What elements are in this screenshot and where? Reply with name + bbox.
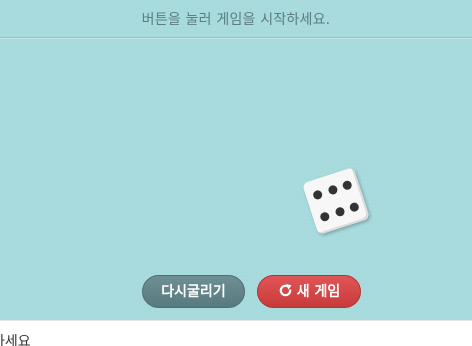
die-pip xyxy=(319,211,331,223)
footer-text: 하세요 xyxy=(0,334,31,346)
new-game-button-label: 새 게임 xyxy=(296,284,341,300)
die[interactable] xyxy=(301,166,371,236)
die-pip xyxy=(341,179,353,191)
new-game-button[interactable]: 새 게임 xyxy=(257,275,361,308)
controls: 다시굴리기 새 게임 xyxy=(0,275,472,309)
status-message: 버튼을 눌러 게임을 시작하세요. xyxy=(141,12,331,28)
die-pip xyxy=(312,188,324,201)
reroll-button[interactable]: 다시굴리기 xyxy=(142,275,245,308)
reroll-button-label: 다시굴리기 xyxy=(161,284,226,300)
game-board: 버튼을 눌러 게임을 시작하세요. 다시굴리기 새 게임 xyxy=(0,0,472,320)
die-pip xyxy=(333,206,346,218)
die-pip xyxy=(326,184,338,196)
die-pip xyxy=(348,201,360,214)
refresh-icon xyxy=(279,283,292,297)
footer: 하세요 xyxy=(0,320,472,346)
status-bar: 버튼을 눌러 게임을 시작하세요. xyxy=(0,0,472,38)
